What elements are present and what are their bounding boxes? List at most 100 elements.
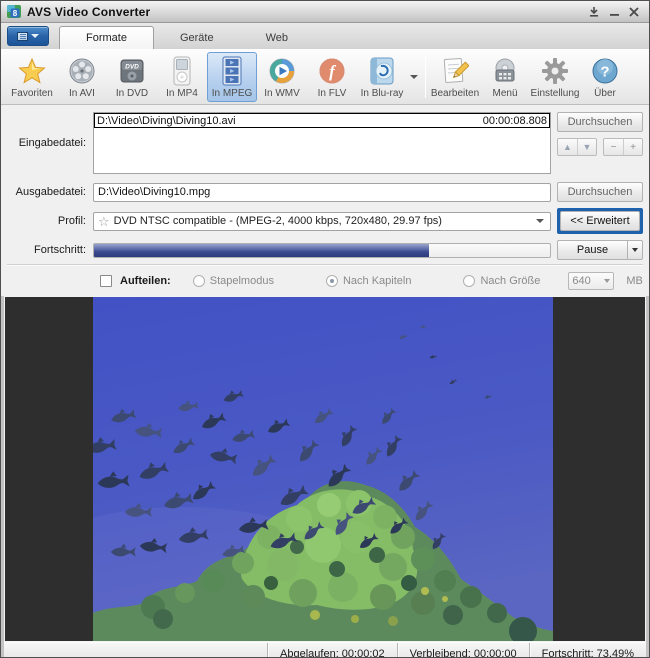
radio-icon[interactable] — [326, 275, 338, 287]
input-file-list[interactable]: D:\Video\Diving\Diving10.avi 00:00:08.80… — [93, 112, 551, 174]
video-preview-panel — [4, 296, 646, 642]
input-file-duration: 00:00:08.808 — [475, 115, 547, 127]
input-file-path: D:\Video\Diving\Diving10.avi — [97, 115, 475, 127]
pause-dropdown-button[interactable] — [628, 240, 643, 260]
flash-icon: f — [318, 56, 346, 86]
tool-label: In DVD — [116, 88, 148, 99]
toolbar-in-flv[interactable]: f In FLV — [307, 52, 357, 102]
browse-input-button[interactable]: Durchsuchen — [557, 112, 643, 132]
move-up-button[interactable]: ▲ — [558, 139, 577, 155]
profile-value: DVD NTSC compatible - (MPEG-2, 4000 kbps… — [114, 215, 532, 227]
more-formats-arrow-icon[interactable] — [410, 75, 418, 79]
filmstrip-icon — [221, 56, 243, 86]
film-reel-icon — [68, 56, 96, 86]
status-progress: Fortschritt: 73,49% — [529, 643, 646, 658]
split-option-nach-kapiteln[interactable]: Nach Kapiteln — [326, 275, 412, 287]
pause-button[interactable]: Pause — [557, 240, 628, 260]
arrow-up-icon: ▲ — [563, 142, 572, 152]
toolbar-ueber[interactable]: ? Über — [580, 52, 630, 102]
svg-text:?: ? — [600, 63, 609, 80]
split-size-dropdown[interactable]: 640 — [568, 272, 614, 290]
split-option-stapelmodus[interactable]: Stapelmodus — [193, 275, 274, 287]
dvd-disc-icon: DVD — [118, 56, 146, 86]
tool-label: In AVI — [69, 88, 95, 99]
app-window: 8 AVS Video Converter Formate Geräte Web… — [0, 0, 650, 658]
minimize-icon[interactable] — [604, 4, 624, 20]
toolbar-in-avi[interactable]: In AVI — [57, 52, 107, 102]
question-icon: ? — [591, 56, 619, 86]
toolbar-in-mp4[interactable]: In MP4 — [157, 52, 207, 102]
close-icon[interactable] — [624, 4, 644, 20]
disc-menu-icon — [491, 56, 519, 86]
radio-label: Nach Größe — [480, 275, 540, 287]
toolbar-favoriten[interactable]: Favoriten — [7, 52, 57, 102]
tool-label: Über — [594, 88, 616, 99]
svg-text:8: 8 — [13, 9, 18, 18]
minimize-to-tray-icon[interactable] — [584, 4, 604, 20]
tool-label: In WMV — [264, 88, 300, 99]
tab-formate[interactable]: Formate — [59, 26, 154, 49]
arrow-down-icon: ▼ — [583, 142, 592, 152]
browse-output-button[interactable]: Durchsuchen — [557, 182, 643, 202]
add-file-button[interactable]: + — [623, 139, 642, 155]
chevron-down-icon — [31, 34, 39, 38]
toolbar-bearbeiten[interactable]: Bearbeiten — [430, 52, 480, 102]
toolbar: Favoriten In AVI DVD In DVD In MP4 In MP… — [1, 49, 649, 105]
radio-icon[interactable] — [193, 275, 205, 287]
main-menu-button[interactable] — [7, 26, 49, 46]
split-option-nach-groesse[interactable]: Nach Größe — [463, 275, 540, 287]
output-file-label: Ausgabedatei: — [7, 186, 93, 198]
tool-label: In Blu-ray — [361, 88, 404, 99]
tab-label: Web — [266, 32, 288, 44]
advanced-toggle-button[interactable]: << Erweitert — [560, 211, 640, 231]
chevron-down-icon — [632, 248, 638, 252]
output-file-field[interactable]: D:\Video\Diving10.mpg — [93, 183, 551, 202]
toolbar-in-wmv[interactable]: In WMV — [257, 52, 307, 102]
move-down-button[interactable]: ▼ — [577, 139, 596, 155]
gear-icon — [541, 56, 569, 86]
toolbar-in-bluray[interactable]: In Blu-ray — [357, 52, 407, 102]
app-logo-icon: 8 — [6, 4, 22, 19]
split-size-unit: MB — [626, 275, 643, 287]
advanced-button-highlight: << Erweitert — [557, 208, 643, 234]
tab-label: Formate — [86, 32, 127, 44]
tool-label: In MP4 — [166, 88, 198, 99]
star-icon — [17, 56, 47, 86]
tool-label: Bearbeiten — [431, 88, 479, 99]
conversion-progress-bar — [93, 243, 551, 258]
menu-list-icon — [17, 32, 28, 41]
radio-icon[interactable] — [463, 275, 475, 287]
toolbar-in-dvd[interactable]: DVD In DVD — [107, 52, 157, 102]
status-bar: Abgelaufen: 00:00:02 Verbleibend: 00:00:… — [4, 642, 646, 658]
toolbar-in-mpeg[interactable]: In MPEG — [207, 52, 257, 102]
tab-geraete[interactable]: Geräte — [154, 26, 240, 49]
progress-fill — [94, 244, 429, 257]
tab-bar: Formate Geräte Web — [1, 23, 649, 49]
toolbar-einstellung[interactable]: Einstellung — [530, 52, 580, 102]
video-preview — [93, 297, 553, 641]
remove-file-button[interactable]: − — [604, 139, 623, 155]
minus-icon: − — [611, 142, 617, 153]
status-elapsed: Abgelaufen: 00:00:02 — [267, 643, 397, 658]
edit-pencil-icon — [441, 56, 469, 86]
radio-label: Nach Kapiteln — [343, 275, 412, 287]
tab-web[interactable]: Web — [240, 26, 314, 49]
toolbar-separator — [425, 56, 426, 98]
toolbar-menue[interactable]: Menü — [480, 52, 530, 102]
input-file-label: Eingabedatei: — [7, 137, 93, 149]
split-checkbox[interactable] — [100, 275, 112, 287]
split-checkbox-label: Aufteilen: — [120, 275, 171, 287]
media-play-icon — [268, 56, 296, 86]
svg-text:DVD: DVD — [125, 63, 139, 70]
radio-label: Stapelmodus — [210, 275, 274, 287]
conversion-panel: Eingabedatei: D:\Video\Diving\Diving10.a… — [1, 105, 649, 296]
window-title: AVS Video Converter — [27, 5, 584, 19]
tool-label: Menü — [492, 88, 517, 99]
portable-player-icon — [172, 56, 192, 86]
profile-dropdown[interactable]: ☆ DVD NTSC compatible - (MPEG-2, 4000 kb… — [93, 212, 551, 231]
progress-label: Fortschritt: — [7, 244, 93, 256]
input-file-row[interactable]: D:\Video\Diving\Diving10.avi 00:00:08.80… — [94, 113, 550, 128]
split-size-value: 640 — [572, 275, 604, 287]
tool-label: In MPEG — [212, 88, 253, 99]
tool-label: Favoriten — [11, 88, 53, 99]
